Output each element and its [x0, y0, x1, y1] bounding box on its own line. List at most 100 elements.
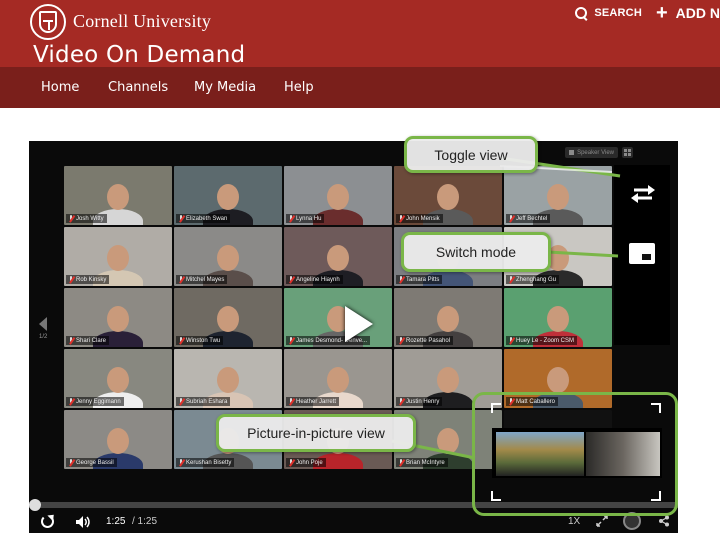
muted-microphone-icon	[178, 398, 184, 405]
participant-name: Zhenghang Gu	[516, 276, 557, 283]
participant-name: Subriah Eshara	[186, 398, 228, 405]
participant-name: Angeline Hiaynh	[296, 276, 340, 283]
participant-name: Tamara Pitts	[406, 276, 440, 283]
participant-face	[437, 306, 459, 332]
participant-name-label: Heather Jarrett	[286, 397, 340, 406]
participant-face	[217, 245, 239, 271]
fullscreen-icon[interactable]	[596, 515, 608, 527]
participant-tile: Lynna Hu	[284, 166, 392, 225]
switch-mode-icon[interactable]	[629, 243, 655, 264]
muted-microphone-icon	[178, 337, 184, 344]
cornell-logo-icon[interactable]	[30, 4, 66, 40]
participant-face	[437, 367, 459, 393]
participant-tile: John Mensik	[394, 166, 502, 225]
search-icon	[575, 6, 588, 20]
callout-switch-mode: Switch mode	[401, 232, 551, 272]
callout-picture-in-picture-view: Picture-in-picture view	[216, 414, 416, 452]
gallery-grid-icon[interactable]	[622, 147, 633, 158]
participant-tile: Elizabeth Swan	[174, 166, 282, 225]
participant-tile: Angeline Hiaynh	[284, 227, 392, 286]
muted-microphone-icon	[68, 398, 74, 405]
participant-tile: Rob Kinsky	[64, 227, 172, 286]
participant-name: Winston Twu	[186, 337, 221, 344]
participant-name: Lynna Hu	[296, 215, 322, 222]
participant-name: Mitchel Mayes	[186, 276, 225, 283]
participant-name-label: Subriah Eshara	[176, 397, 231, 406]
site-header: Cornell University Video On Demand SEARC…	[0, 0, 720, 68]
participant-face	[217, 367, 239, 393]
brand-name[interactable]: Cornell University	[73, 11, 211, 32]
muted-microphone-icon	[68, 459, 74, 466]
participant-tile: James Desmond- Denve...	[284, 288, 392, 347]
participant-face	[217, 306, 239, 332]
participant-tile: Jenny Eggimann	[64, 349, 172, 408]
site-title[interactable]: Video On Demand	[33, 42, 245, 68]
search-button[interactable]: SEARCH	[575, 6, 642, 20]
muted-microphone-icon	[288, 215, 294, 222]
replay-icon[interactable]	[41, 515, 54, 528]
add-label: ADD N	[675, 5, 720, 21]
total-time: / 1:25	[132, 516, 158, 527]
participant-face	[547, 367, 569, 393]
participant-name-label: Zhenghang Gu	[506, 275, 560, 284]
participant-name-label: Lynna Hu	[286, 214, 325, 223]
speaker-view-icon	[569, 150, 575, 155]
participant-face	[107, 428, 129, 454]
participant-name-label: Josh Witty	[66, 214, 107, 223]
participant-face	[547, 306, 569, 332]
muted-microphone-icon	[398, 276, 404, 283]
nav-item-help[interactable]: Help	[284, 80, 314, 95]
muted-microphone-icon	[508, 215, 514, 222]
participant-tile: Winston Twu	[174, 288, 282, 347]
participant-name-label: Tamara Pitts	[396, 275, 443, 284]
participant-name: Shari Clare	[76, 337, 107, 344]
participant-name-label: John Poje	[286, 458, 326, 467]
muted-microphone-icon	[288, 276, 294, 283]
zoom-view-controls: Speaker View	[565, 147, 633, 158]
volume-icon[interactable]	[75, 515, 91, 529]
participant-tile: Mitchel Mayes	[174, 227, 282, 286]
muted-microphone-icon	[178, 276, 184, 283]
previous-page-arrow-icon[interactable]	[39, 317, 47, 331]
share-icon[interactable]	[658, 515, 670, 527]
participant-name: George Bassil	[76, 459, 114, 466]
nav-item-channels[interactable]: Channels	[108, 80, 168, 95]
participant-name: Jeff Bechtel	[516, 215, 548, 222]
muted-microphone-icon	[178, 215, 184, 222]
nav-item-my-media[interactable]: My Media	[194, 80, 256, 95]
progress-scrubber[interactable]	[29, 499, 41, 511]
muted-microphone-icon	[288, 398, 294, 405]
participant-name: Rob Kinsky	[76, 276, 107, 283]
participant-name-label: Justin Henry	[396, 397, 443, 406]
participant-name-label: Elizabeth Swan	[176, 214, 231, 223]
participant-name: John Poje	[296, 459, 323, 466]
search-label: SEARCH	[594, 7, 642, 19]
participant-tile: Rozette Pasahol	[394, 288, 502, 347]
player-side-panel	[614, 165, 670, 345]
muted-microphone-icon	[398, 459, 404, 466]
participant-face	[437, 184, 459, 210]
muted-microphone-icon	[68, 337, 74, 344]
participant-name-label: Huey Le - Zoom CSM	[506, 336, 578, 345]
muted-microphone-icon	[288, 459, 294, 466]
current-time: 1:25	[106, 516, 126, 527]
participant-name-label: Kerushan Bisetty	[176, 458, 235, 467]
participant-name: Brian McIntyre	[406, 459, 445, 466]
playback-speed-button[interactable]: 1X	[568, 516, 580, 527]
participant-tile: Shari Clare	[64, 288, 172, 347]
participant-face	[107, 367, 129, 393]
nav-item-home[interactable]: Home	[41, 80, 79, 95]
speaker-view-button[interactable]: Speaker View	[565, 147, 618, 158]
participant-name-label: Rozette Pasahol	[396, 336, 454, 345]
muted-microphone-icon	[508, 276, 514, 283]
page-indicator: 1/2	[39, 334, 48, 340]
play-icon[interactable]	[345, 306, 373, 342]
add-new-button[interactable]: + ADD N	[656, 3, 720, 23]
muted-microphone-icon	[68, 215, 74, 222]
participant-tile: Jeff Bechtel	[504, 166, 612, 225]
toggle-view-icon[interactable]	[628, 183, 658, 205]
participant-name-label: John Mensik	[396, 214, 443, 223]
participant-name: Heather Jarrett	[296, 398, 337, 405]
muted-microphone-icon	[398, 337, 404, 344]
muted-microphone-icon	[68, 276, 74, 283]
